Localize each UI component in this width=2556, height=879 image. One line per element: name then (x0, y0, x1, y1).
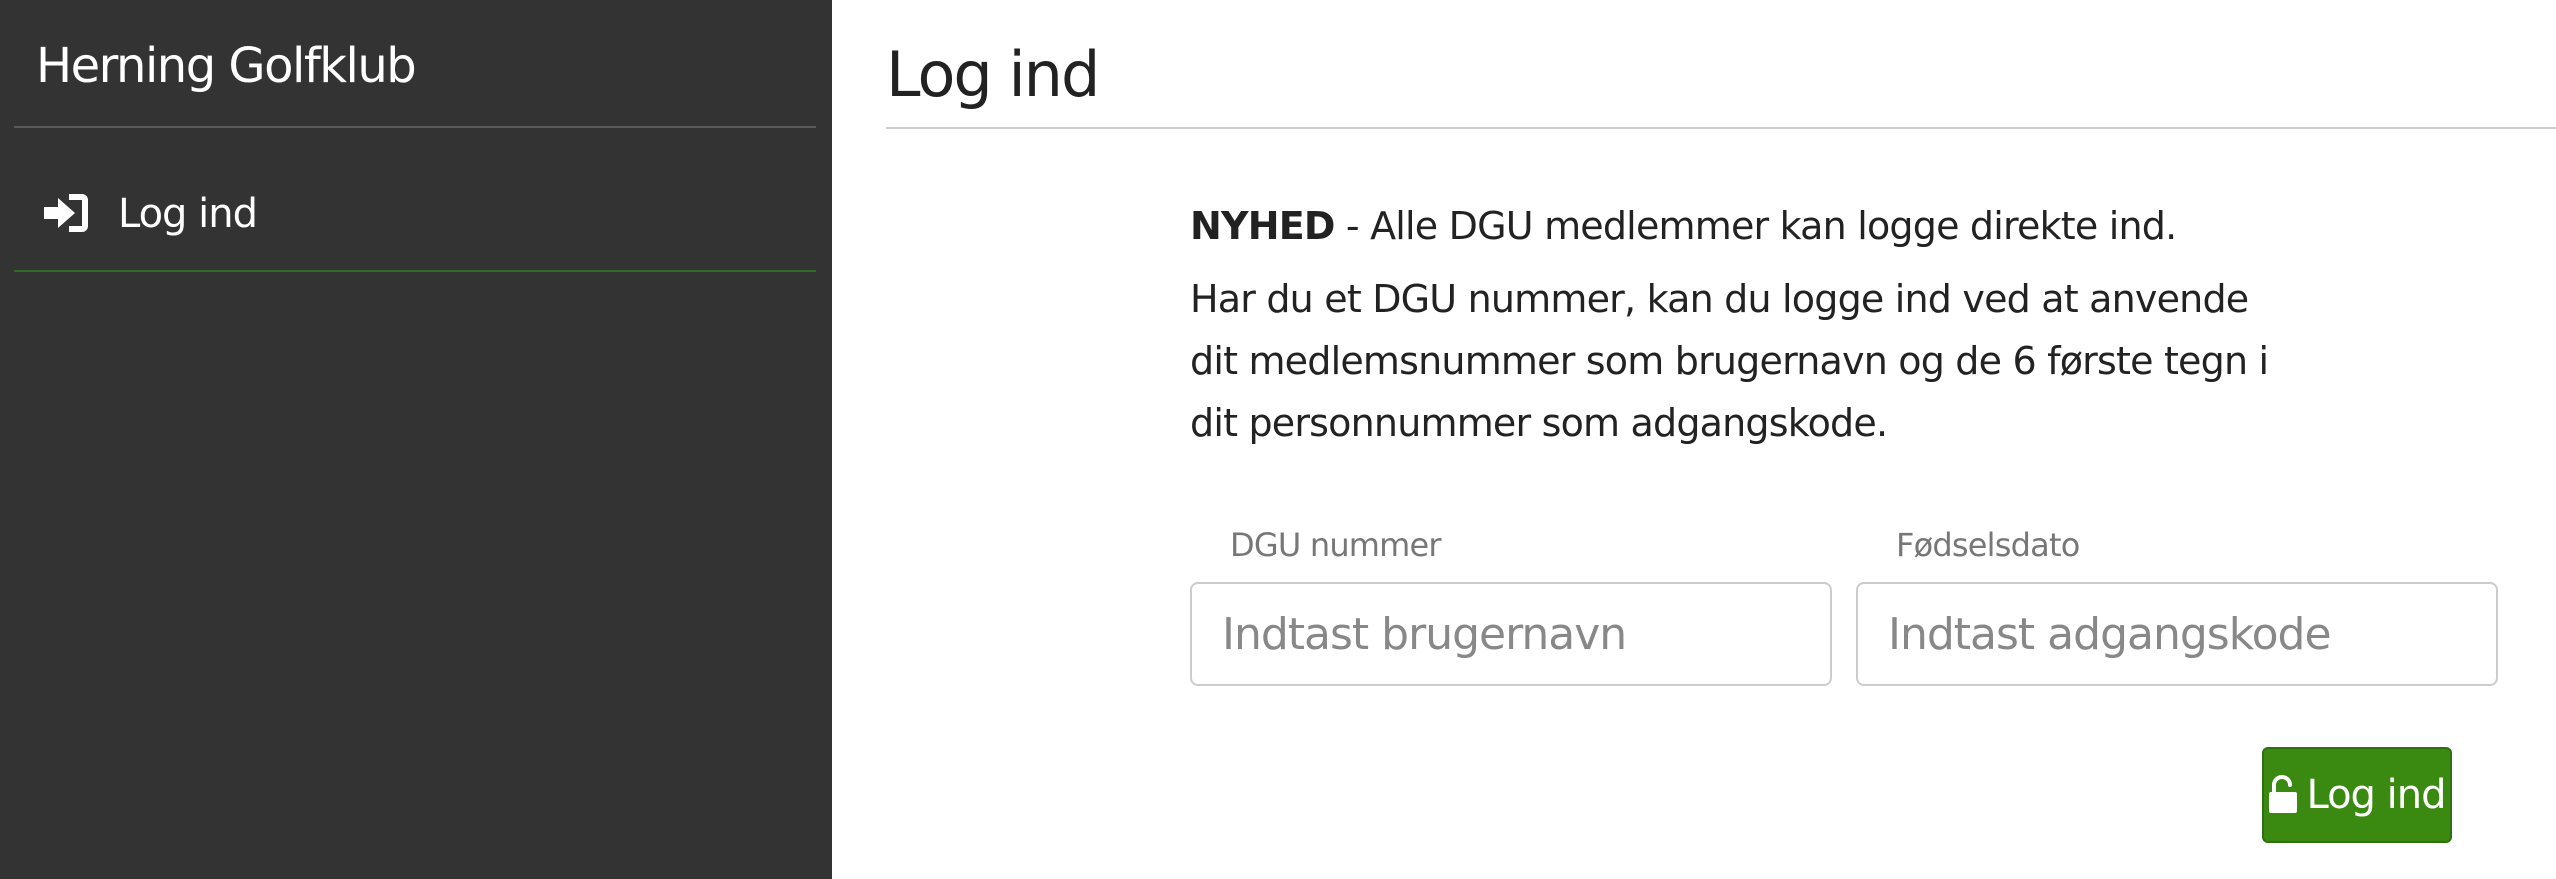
app-root: Herning Golfklub Log ind Log ind NYHED -… (0, 0, 2556, 879)
news-label: NYHED (1190, 204, 1335, 248)
login-instructions: Har du et DGU nummer, kan du logge ind v… (1190, 277, 2269, 445)
page-title: Log ind (886, 38, 1100, 111)
main-content: Log ind NYHED - Alle DGU medlemmer kan l… (832, 0, 2556, 879)
sidebar: Herning Golfklub Log ind (0, 0, 832, 879)
sign-in-icon (44, 194, 88, 232)
sidebar-item-label: Log ind (118, 191, 258, 237)
unlock-icon (2269, 775, 2298, 813)
sidebar-item-log-ind[interactable]: Log ind (14, 160, 816, 272)
news-text: NYHED - Alle DGU medlemmer kan logge dir… (1190, 196, 2350, 256)
login-info: NYHED - Alle DGU medlemmer kan logge dir… (1190, 196, 2350, 454)
login-button-label: Log ind (2306, 772, 2446, 818)
password-input[interactable] (1856, 582, 2498, 686)
username-input[interactable] (1190, 582, 1832, 686)
password-label: Fødselsdato (1896, 526, 2080, 564)
username-label: DGU nummer (1230, 526, 1442, 564)
title-divider (886, 127, 2556, 129)
brand-header: Herning Golfklub (14, 0, 816, 128)
news-message: - Alle DGU medlemmer kan logge direkte i… (1334, 204, 2177, 248)
login-button[interactable]: Log ind (2262, 747, 2452, 843)
brand-title: Herning Golfklub (36, 38, 417, 94)
